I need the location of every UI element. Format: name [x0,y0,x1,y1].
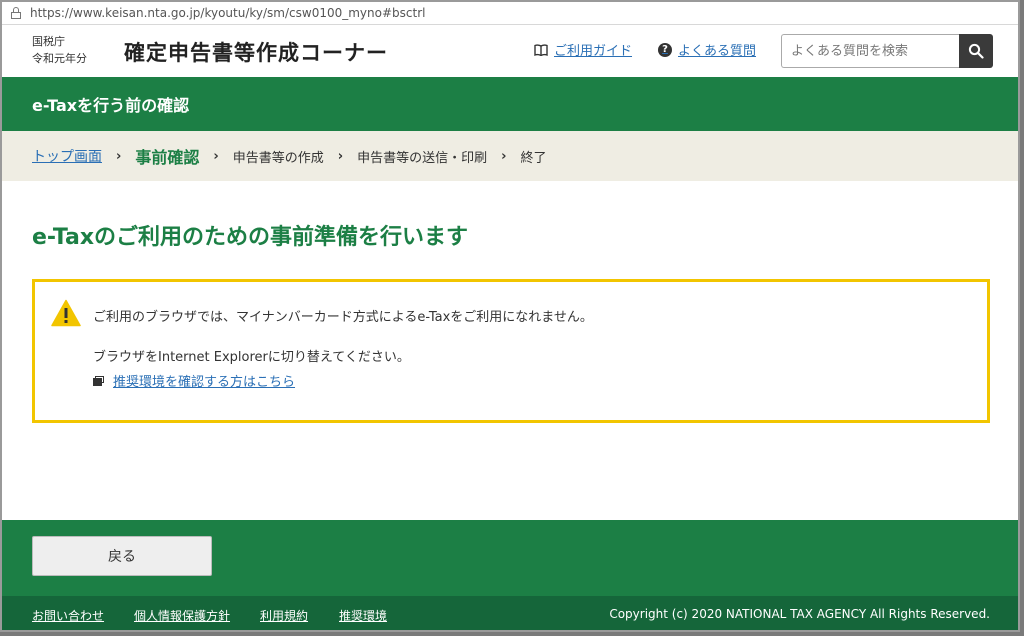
new-window-icon [93,375,104,386]
guide-link[interactable]: ご利用ガイド [534,40,632,59]
step-top-link[interactable]: トップ画面 [32,146,102,166]
step-current: 事前確認 [135,148,200,167]
lock-icon [2,7,30,19]
notice-instruction: ブラウザをInternet Explorerに切り替えてください。 [93,350,410,365]
chevron-right-icon: › [213,148,219,164]
faq-link[interactable]: ? よくある質問 [658,40,756,59]
section-banner: e-Taxを行う前の確認 [2,77,1018,131]
chevron-right-icon: › [116,148,122,164]
warning-icon [51,299,81,327]
book-icon [534,43,548,56]
faq-link-label[interactable]: よくある質問 [678,40,756,59]
step-item: 終了 [520,150,547,166]
search-input[interactable] [781,34,959,68]
address-bar[interactable]: https://www.keisan.nta.go.jp/kyoutu/ky/s… [2,2,1018,25]
search-button[interactable] [959,34,993,68]
site-footer: お問い合わせ 個人情報保護方針 利用規約 推奨環境 Copyright (c) … [2,596,1018,630]
guide-link-label[interactable]: ご利用ガイド [554,40,632,59]
step-item: 申告書等の送信・印刷 [357,150,488,166]
search-icon [968,43,984,59]
recommended-env-link[interactable]: 推奨環境を確認する方はこちら [93,371,295,390]
site-title[interactable]: 確定申告書等作成コーナー [124,37,388,67]
footer-link-contact[interactable]: お問い合わせ [32,607,104,624]
action-bar: 戻る [2,520,1018,596]
browser-window: https://www.keisan.nta.go.jp/kyoutu/ky/s… [0,0,1020,632]
back-button[interactable]: 戻る [32,536,212,576]
step-item: 申告書等の作成 [232,150,324,166]
copyright-text: Copyright (c) 2020 NATIONAL TAX AGENCY A… [609,607,990,621]
agency-name: 国税庁 [32,35,65,48]
site-header: 国税庁 令和元年分 確定申告書等作成コーナー ご利用ガイド ? よくある質問 [2,25,1018,77]
page-title: e-Taxのご利用のための事前準備を行います [32,225,469,250]
main-content: e-Taxのご利用のための事前準備を行います ご利用のブラウザでは、マイナンバー… [2,181,1018,526]
question-icon: ? [658,42,672,57]
footer-link-environment[interactable]: 推奨環境 [339,607,387,624]
footer-link-terms[interactable]: 利用規約 [260,607,308,624]
section-banner-title: e-Taxを行う前の確認 [32,96,190,115]
chevron-right-icon: › [501,148,507,164]
step-breadcrumb: トップ画面 › 事前確認 › 申告書等の作成 › 申告書等の送信・印刷 › 終了 [2,131,1018,181]
faq-search [781,34,993,68]
footer-link-privacy[interactable]: 個人情報保護方針 [134,607,230,624]
recommended-env-link-label[interactable]: 推奨環境を確認する方はこちら [113,371,295,390]
url-text[interactable]: https://www.keisan.nta.go.jp/kyoutu/ky/s… [30,6,425,20]
chevron-right-icon: › [337,148,344,164]
agency-block: 国税庁 令和元年分 [32,33,87,67]
warning-notice: ご利用のブラウザでは、マイナンバーカード方式によるe-Taxをご利用になれません… [32,279,990,423]
tax-year: 令和元年分 [32,52,87,65]
notice-message: ご利用のブラウザでは、マイナンバーカード方式によるe-Taxをご利用になれません… [93,310,593,325]
